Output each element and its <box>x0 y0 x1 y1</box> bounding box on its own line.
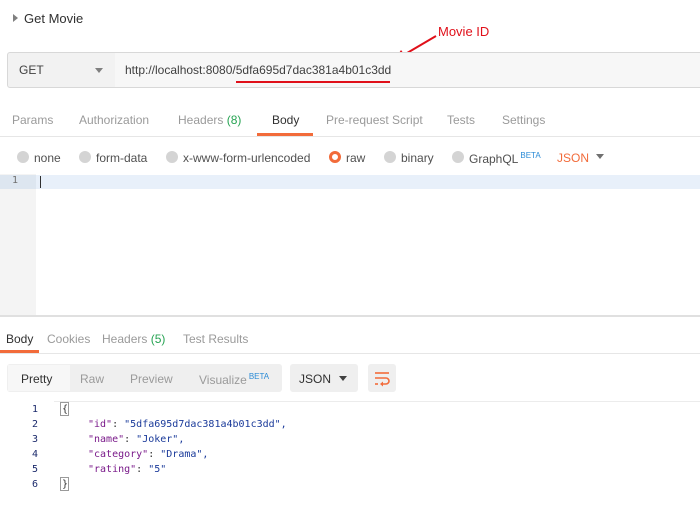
body-format-select[interactable]: JSON <box>557 151 589 165</box>
json-open-brace: { <box>62 404 69 415</box>
response-tab-headers[interactable]: Headers (5) <box>102 332 165 346</box>
line-number: 5 <box>31 464 38 475</box>
radio-graphql-label[interactable]: GraphQL BETA <box>469 151 541 166</box>
json-line: "name": "Joker", <box>88 434 185 445</box>
json-key: "name" <box>88 434 125 445</box>
json-line: "id": "5dfa695d7dac381a4b01c3dd", <box>88 419 287 430</box>
radio-none[interactable] <box>17 151 29 163</box>
beta-badge: BETA <box>248 372 270 381</box>
radio-urlencoded[interactable] <box>166 151 178 163</box>
editor-gutter <box>0 174 36 316</box>
url-movie-id: 5dfa695d7dac381a4b01c3dd <box>235 63 392 77</box>
tab-body[interactable]: Body <box>272 113 299 127</box>
response-format-value: JSON <box>299 372 332 386</box>
json-key: "category" <box>88 449 149 460</box>
chevron-down-icon <box>339 376 347 381</box>
tab-authorization[interactable]: Authorization <box>79 113 149 127</box>
tab-params[interactable]: Params <box>12 113 53 127</box>
line-number: 1 <box>31 404 38 415</box>
line-number: 3 <box>31 434 38 445</box>
tab-headers-count: (8) <box>226 113 242 127</box>
json-line: "category": "Drama", <box>88 449 209 460</box>
method-value: GET <box>19 63 44 77</box>
line-number: 4 <box>31 449 38 460</box>
tab-tests[interactable]: Tests <box>447 113 475 127</box>
json-value: "Drama", <box>160 449 209 460</box>
tab-divider <box>0 136 700 137</box>
response-tab-headers-label: Headers <box>102 332 148 346</box>
tab-pre-request-script[interactable]: Pre-request Script <box>326 113 423 127</box>
view-pretty-button[interactable]: Pretty <box>21 372 52 386</box>
text-cursor <box>40 176 41 188</box>
line-number: 6 <box>31 479 38 490</box>
beta-badge: BETA <box>520 151 541 160</box>
radio-form-data-label[interactable]: form-data <box>96 151 147 165</box>
pane-resize-handle[interactable] <box>0 315 700 317</box>
caret-right-icon[interactable] <box>13 14 18 22</box>
json-value: "5dfa695d7dac381a4b01c3dd", <box>124 419 287 430</box>
radio-binary[interactable] <box>384 151 396 163</box>
response-tab-headers-count: (5) <box>150 332 166 346</box>
radio-graphql[interactable] <box>452 151 464 163</box>
response-code-top-border <box>54 401 700 402</box>
radio-raw[interactable] <box>329 151 341 163</box>
response-tab-body[interactable]: Body <box>6 332 33 346</box>
response-tab-test-results[interactable]: Test Results <box>183 332 248 346</box>
request-title[interactable]: Get Movie <box>24 11 83 26</box>
line-number: 2 <box>31 419 38 430</box>
url-base: http://localhost:8080/ <box>125 63 236 77</box>
graphql-label: GraphQL <box>469 152 519 166</box>
line-number: 1 <box>12 175 19 186</box>
json-key: "rating" <box>88 464 137 475</box>
tab-settings[interactable]: Settings <box>502 113 545 127</box>
response-tab-cookies[interactable]: Cookies <box>47 332 90 346</box>
radio-binary-label[interactable]: binary <box>401 151 434 165</box>
radio-urlencoded-label[interactable]: x-www-form-urlencoded <box>183 151 310 165</box>
radio-raw-label[interactable]: raw <box>346 151 365 165</box>
chevron-down-icon <box>95 68 103 73</box>
wrap-lines-icon <box>375 372 390 387</box>
json-close-brace: } <box>62 479 69 490</box>
annotation-underline <box>236 81 390 83</box>
view-visualize-button[interactable]: Visualize BETA <box>199 372 269 387</box>
radio-form-data[interactable] <box>79 151 91 163</box>
response-tab-divider <box>0 353 700 354</box>
request-body-editor[interactable] <box>0 174 700 316</box>
json-key: "id" <box>88 419 113 430</box>
json-value: "Joker", <box>136 434 185 445</box>
json-value: "5" <box>148 464 167 475</box>
chevron-down-icon[interactable] <box>596 154 604 159</box>
view-preview-button[interactable]: Preview <box>130 372 173 386</box>
tab-headers[interactable]: Headers (8) <box>178 113 241 127</box>
json-line: "rating": "5" <box>88 464 167 475</box>
url-value: http://localhost:8080/5dfa695d7dac381a4b… <box>125 63 391 77</box>
tab-headers-label: Headers <box>178 113 224 127</box>
active-line-highlight <box>0 175 700 189</box>
visualize-label: Visualize <box>199 373 247 387</box>
radio-none-label[interactable]: none <box>34 151 61 165</box>
view-raw-button[interactable]: Raw <box>80 372 104 386</box>
request-title-row <box>0 0 700 38</box>
